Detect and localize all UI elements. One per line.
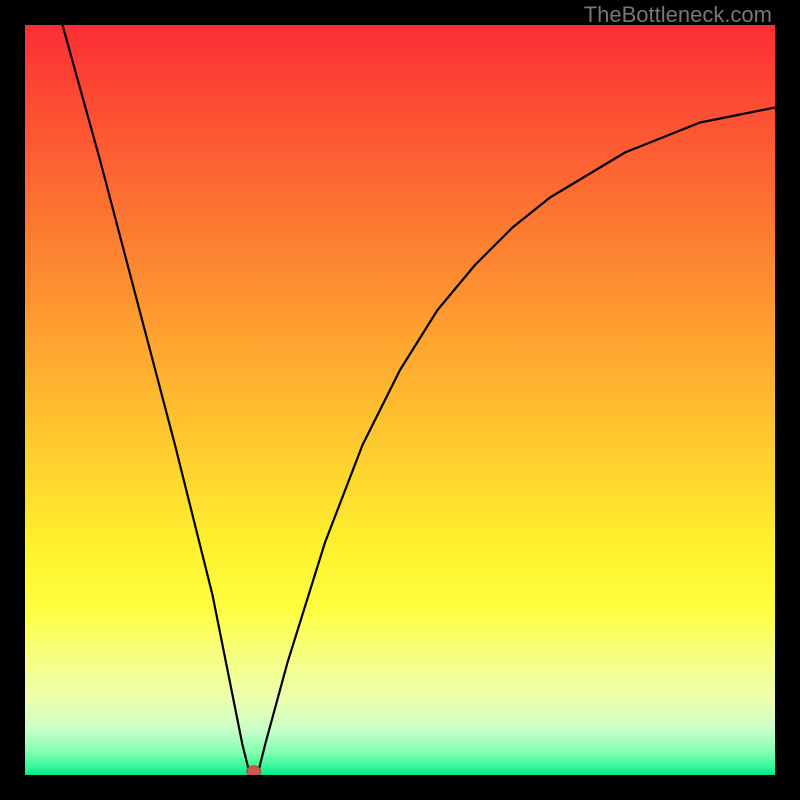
watermark-text: TheBottleneck.com — [584, 2, 772, 28]
chart-svg — [25, 25, 775, 775]
optimal-marker — [247, 766, 261, 775]
chart-frame — [25, 25, 775, 775]
